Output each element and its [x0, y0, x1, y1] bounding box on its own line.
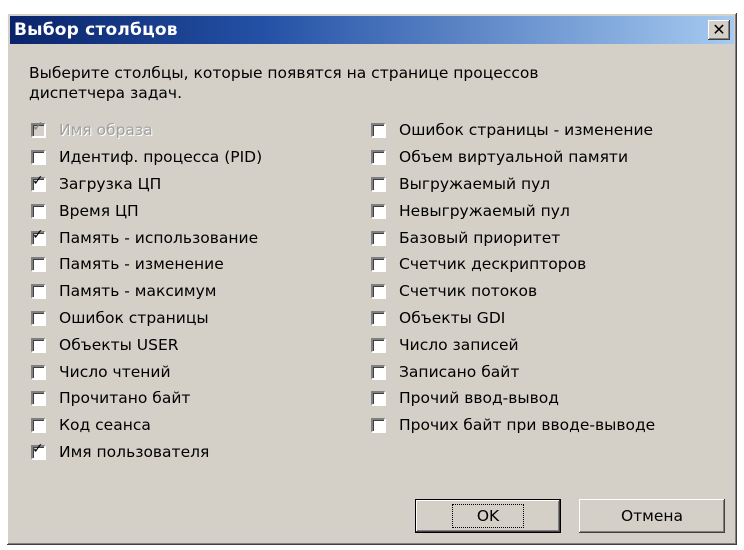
checkbox[interactable]	[31, 257, 45, 272]
column-option[interactable]: Ошибок страницы	[31, 305, 262, 332]
column-option-label: Выгружаемый пул	[399, 174, 551, 193]
column-option-label: Прочитано байт	[59, 389, 191, 408]
checkbox[interactable]	[31, 284, 45, 299]
checkmark-icon: ✓	[32, 440, 44, 457]
cancel-button-label: Отмена	[620, 507, 684, 525]
checkbox[interactable]	[371, 150, 385, 165]
ok-button[interactable]: OK	[415, 499, 561, 533]
column-option[interactable]: Число записей	[371, 331, 655, 358]
column-option-label: Загрузка ЦП	[59, 174, 162, 193]
checkbox[interactable]	[31, 310, 45, 325]
ok-button-label: OK	[451, 504, 525, 528]
checkbox[interactable]	[371, 257, 385, 272]
column-option-label: Имя пользователя	[59, 442, 210, 461]
checkbox[interactable]	[31, 418, 45, 433]
checkbox[interactable]	[31, 391, 45, 406]
checkbox[interactable]	[371, 310, 385, 325]
instruction-line-1: Выберите столбцы, которые появятся на ст…	[29, 64, 539, 82]
checkbox[interactable]: ✓	[31, 172, 45, 191]
column-option-label: Код сеанса	[59, 416, 151, 435]
column-option[interactable]: ✓ Память - использование	[31, 224, 262, 251]
checkbox[interactable]	[31, 364, 45, 379]
column-option[interactable]: Объекты GDI	[371, 305, 655, 332]
checkbox: ✓	[31, 119, 45, 138]
checkbox[interactable]	[371, 337, 385, 352]
window-title: Выбор столбцов	[14, 20, 178, 40]
column-option-label: Идентиф. процесса (PID)	[59, 148, 263, 167]
close-button[interactable]: ✕	[708, 20, 730, 40]
checkbox[interactable]	[371, 391, 385, 406]
column-option[interactable]: Память - изменение	[31, 251, 262, 278]
column-option-label: Счетчик потоков	[399, 282, 538, 301]
column-option-label: Объекты USER	[59, 335, 179, 354]
checkmark-icon: ✓	[32, 119, 44, 136]
column-option[interactable]: Выгружаемый пул	[371, 171, 655, 198]
checkbox[interactable]	[31, 337, 45, 352]
column-option-label: Время ЦП	[59, 201, 139, 220]
close-icon: ✕	[712, 20, 726, 39]
checkbox[interactable]	[371, 230, 385, 245]
column-option-label: Память - изменение	[59, 255, 224, 274]
instruction-line-2: диспетчера задач.	[29, 84, 183, 102]
right-options-column: Ошибок страницы - изменение Объем виртуал…	[371, 117, 655, 439]
checkbox[interactable]	[371, 364, 385, 379]
column-option[interactable]: Невыгружаемый пул	[371, 197, 655, 224]
checkbox[interactable]: ✓	[31, 440, 45, 459]
checkbox[interactable]	[31, 203, 45, 218]
column-option[interactable]: Счетчик дескрипторов	[371, 251, 655, 278]
column-option[interactable]: Время ЦП	[31, 197, 262, 224]
column-option[interactable]: Идентиф. процесса (PID)	[31, 144, 262, 171]
column-option-label: Объекты GDI	[399, 308, 506, 327]
column-option-label: Невыгружаемый пул	[399, 201, 570, 220]
column-select-dialog: Выбор столбцов ✕ Выберите столбцы, котор…	[6, 12, 738, 546]
column-option[interactable]: ✓ Имя пользователя	[31, 439, 262, 466]
column-option-label: Число чтений	[59, 362, 171, 381]
title-bar[interactable]: Выбор столбцов ✕	[10, 16, 734, 44]
left-options-column: ✓ Имя образа Идентиф. процесса (PID) ✓ Загру…	[31, 117, 262, 465]
column-option[interactable]: Прочий ввод-вывод	[371, 385, 655, 412]
checkbox[interactable]: ✓	[31, 226, 45, 245]
column-option-label: Память - максимум	[59, 282, 217, 301]
checkbox[interactable]	[371, 203, 385, 218]
column-option[interactable]: Объекты USER	[31, 331, 262, 358]
column-option-label: Число записей	[399, 335, 519, 354]
column-option[interactable]: Прочих байт при вводе-выводе	[371, 412, 655, 439]
checkmark-icon: ✓	[32, 226, 44, 243]
checkbox[interactable]	[371, 418, 385, 433]
column-option[interactable]: Число чтений	[31, 358, 262, 385]
checkbox[interactable]	[371, 176, 385, 191]
column-option[interactable]: Прочитано байт	[31, 385, 262, 412]
column-option[interactable]: Код сеанса	[31, 412, 262, 439]
checkmark-icon: ✓	[32, 172, 44, 189]
column-option[interactable]: ✓ Загрузка ЦП	[31, 171, 262, 198]
instruction-text: Выберите столбцы, которые появятся на ст…	[29, 63, 709, 103]
column-option-label: Прочий ввод-вывод	[399, 389, 559, 408]
column-option[interactable]: Ошибок страницы - изменение	[371, 117, 655, 144]
column-option[interactable]: Базовый приоритет	[371, 224, 655, 251]
column-option-label: Объем виртуальной памяти	[399, 148, 629, 167]
checkbox[interactable]	[31, 150, 45, 165]
column-option: ✓ Имя образа	[31, 117, 262, 144]
column-option-label: Прочих байт при вводе-выводе	[399, 416, 656, 435]
column-option-label: Ошибок страницы	[59, 308, 209, 327]
column-option-label: Записано байт	[399, 362, 520, 381]
cancel-button[interactable]: Отмена	[579, 499, 725, 533]
column-option[interactable]: Память - максимум	[31, 278, 262, 305]
column-option-label: Ошибок страницы - изменение	[399, 121, 654, 140]
column-option[interactable]: Счетчик потоков	[371, 278, 655, 305]
checkbox[interactable]	[371, 123, 385, 138]
column-option[interactable]: Объем виртуальной памяти	[371, 144, 655, 171]
checkbox[interactable]	[371, 284, 385, 299]
column-option-label: Имя образа	[59, 121, 153, 140]
column-option-label: Счетчик дескрипторов	[399, 255, 587, 274]
column-option-label: Память - использование	[59, 228, 259, 247]
column-option[interactable]: Записано байт	[371, 358, 655, 385]
column-option-label: Базовый приоритет	[399, 228, 561, 247]
